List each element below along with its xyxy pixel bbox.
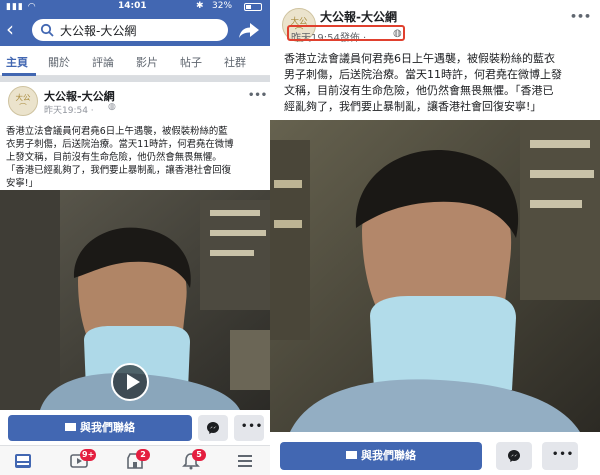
signal-wifi-icon: ▮▮▮ ◠ — [6, 2, 37, 12]
status-time: 14:01 — [118, 1, 147, 11]
play-button-icon[interactable] — [111, 363, 149, 401]
tab-community[interactable]: 社群 — [224, 54, 246, 70]
search-query-text: 大公報-大公網 — [60, 24, 137, 38]
tab-about[interactable]: 關於 — [48, 54, 70, 70]
nav-marketplace-icon[interactable]: 2 — [126, 449, 150, 470]
share-arrow-icon[interactable] — [238, 21, 260, 39]
envelope-icon — [346, 451, 357, 459]
svg-text:⌒: ⌒ — [19, 102, 27, 111]
messenger-button[interactable] — [198, 415, 228, 441]
post-text-line: 上發文稱，目前沒有生命危險，他仍然會無畏無懼。 — [6, 152, 222, 163]
bottom-navigation-bar: 9+ 2 5 — [0, 445, 275, 475]
page-action-bar: 與我們聯絡 ••• — [270, 432, 600, 475]
messenger-icon — [508, 450, 520, 462]
marketplace-badge: 2 — [136, 449, 150, 461]
svg-text:大公: 大公 — [16, 92, 31, 102]
top-nav-bar: ‹ 大公報-大公網 — [0, 14, 275, 46]
notifications-badge: 5 — [192, 449, 206, 461]
page-name[interactable]: 大公報-大公網 — [320, 8, 397, 25]
status-bar: ▮▮▮ ◠ 14:01 ✱ 32% — [0, 0, 275, 14]
tab-reviews[interactable]: 評論 — [92, 54, 114, 70]
page-avatar[interactable]: 大公 ⌒ — [8, 86, 38, 116]
contact-us-label: 與我們聯絡 — [361, 449, 416, 462]
section-divider — [0, 76, 275, 82]
post-text-line: 經亂夠了，我們要止暴制亂，讓香港社會回復安寧!」 — [284, 100, 542, 113]
page-name[interactable]: 大公報-大公網 — [44, 88, 115, 104]
highlighted-timestamp-box — [287, 25, 405, 41]
contact-us-button[interactable]: 與我們聯絡 — [8, 415, 192, 441]
nav-menu-icon[interactable] — [236, 452, 254, 470]
battery-icon — [244, 3, 262, 11]
page-action-bar: 與我們聯絡 ••• — [0, 410, 275, 445]
envelope-icon — [65, 423, 76, 431]
mobile-facebook-page-panel: ▮▮▮ ◠ 14:01 ✱ 32% ‹ 大公報-大公網 主頁 關於 評論 影片 … — [0, 0, 276, 475]
nav-news-feed-icon[interactable] — [14, 452, 32, 470]
post-text-line: 香港立法會議員何君堯6日上午遇襲，被假裝粉絲的藍 — [6, 126, 228, 137]
messenger-button[interactable] — [496, 442, 532, 470]
bluetooth-icon: ✱ — [196, 1, 204, 11]
post-text-line: 「香港已經亂夠了，我們要止暴制亂，讓香港社會回復 — [6, 165, 232, 176]
page-tabs: 主頁 關於 評論 影片 帖子 社群 — [0, 46, 275, 76]
messenger-icon — [207, 422, 219, 434]
page-logo-icon: 大公 ⌒ — [16, 92, 31, 111]
post-text-line: 男子刺傷，后送院治療。當天11時許，何君堯在微博上發 — [284, 68, 562, 81]
tab-videos[interactable]: 影片 — [136, 54, 158, 70]
battery-percent: 32% — [212, 1, 233, 11]
more-actions-button[interactable]: ••• — [542, 442, 578, 470]
post-text-line: 安寧!」 — [6, 178, 38, 189]
video-frame-image — [270, 120, 600, 432]
screenshot-comparison: ▮▮▮ ◠ 14:01 ✱ 32% ‹ 大公報-大公網 主頁 關於 評論 影片 … — [0, 0, 600, 475]
post-more-options-icon[interactable]: ••• — [248, 90, 267, 101]
back-arrow-icon[interactable]: ‹ — [6, 17, 14, 41]
post-more-options-icon[interactable]: ••• — [570, 10, 591, 23]
post-text-line: 香港立法會議員何君堯6日上午遇襲，被假裝粉絲的藍衣 — [284, 52, 555, 65]
search-input[interactable]: 大公報-大公網 — [32, 19, 228, 41]
more-actions-button[interactable]: ••• — [234, 415, 264, 441]
tab-home[interactable]: 主頁 — [6, 54, 28, 70]
tab-posts[interactable]: 帖子 — [180, 54, 202, 70]
post-text-line: 衣男子刺傷，后送院治療。當天11時許，何君堯在微博 — [6, 139, 234, 150]
post-video[interactable] — [270, 120, 600, 432]
desktop-facebook-post-panel: 大公 ⌒ 大公報-大公網 昨天19:54發佈 · ◍ ••• 香港立法會議員何君… — [270, 0, 600, 475]
post-timestamp[interactable]: 昨天19:54 · — [44, 103, 94, 116]
post-text-line: 文稱，目前沒有生命危險，他仍然會無畏無懼。「香港已 — [284, 84, 554, 97]
videos-badge: 9+ — [80, 449, 97, 461]
contact-us-button[interactable]: 與我們聯絡 — [280, 442, 482, 470]
nav-videos-icon[interactable]: 9+ — [70, 449, 97, 470]
nav-notifications-icon[interactable]: 5 — [182, 449, 206, 470]
search-icon — [40, 23, 54, 37]
globe-icon: ◍ — [108, 102, 116, 112]
contact-us-label: 與我們聯絡 — [80, 421, 135, 434]
